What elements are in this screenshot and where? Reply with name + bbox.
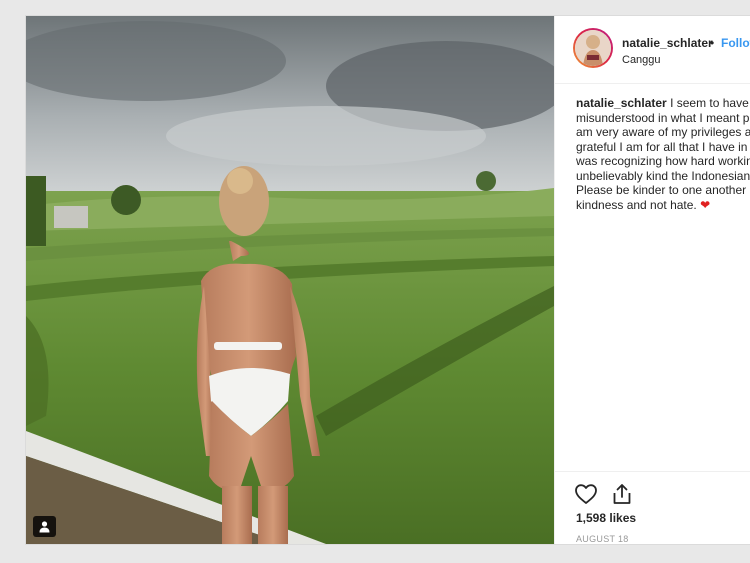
separator-dot: •	[710, 36, 715, 50]
share-upload-icon	[613, 484, 631, 504]
post-photo[interactable]	[26, 16, 554, 544]
caption-line: unbelievably kind the Indonesian	[576, 168, 750, 183]
rice-field-photo	[26, 16, 554, 544]
caption-line: grateful I am for all that I have in	[576, 139, 748, 154]
follow-button[interactable]: Follow	[721, 36, 750, 50]
caption-line: was recognizing how hard workin	[576, 154, 750, 168]
post-actions: 1,598 likes AUGUST 18	[555, 471, 750, 544]
like-count[interactable]: 1,598 likes	[576, 511, 636, 525]
heart-outline-icon	[575, 484, 597, 504]
instagram-post: natalie_schlater • Follow Canggu natalie…	[25, 15, 750, 545]
caption-line: natalie_schlater I seem to have b	[576, 96, 750, 111]
post-header: natalie_schlater • Follow Canggu	[555, 16, 750, 84]
share-button[interactable]	[610, 482, 634, 506]
post-sidebar: natalie_schlater • Follow Canggu natalie…	[554, 16, 750, 544]
post-username[interactable]: natalie_schlater	[622, 36, 713, 50]
caption-username[interactable]: natalie_schlater	[576, 96, 667, 110]
caption-line: misunderstood in what I meant p	[576, 110, 750, 125]
caption-line: Please be kinder to one another	[576, 183, 747, 197]
user-tag-button[interactable]	[33, 516, 56, 537]
like-button[interactable]	[574, 482, 598, 506]
avatar-image	[575, 30, 611, 66]
user-tag-icon	[39, 521, 50, 533]
post-date: AUGUST 18	[576, 534, 629, 544]
caption-text: kindness and not hate.	[576, 197, 697, 212]
caption-text: I seem to have b	[670, 96, 750, 110]
avatar-photo	[575, 30, 611, 66]
red-heart-emoji: ❤	[700, 197, 711, 212]
post-location[interactable]: Canggu	[622, 54, 661, 66]
post-caption: natalie_schlater I seem to have b misund…	[576, 96, 750, 212]
caption-line: am very aware of my privileges a	[576, 125, 750, 139]
avatar[interactable]	[573, 28, 613, 68]
caption-line: kindness and not hate. ❤	[576, 198, 750, 213]
